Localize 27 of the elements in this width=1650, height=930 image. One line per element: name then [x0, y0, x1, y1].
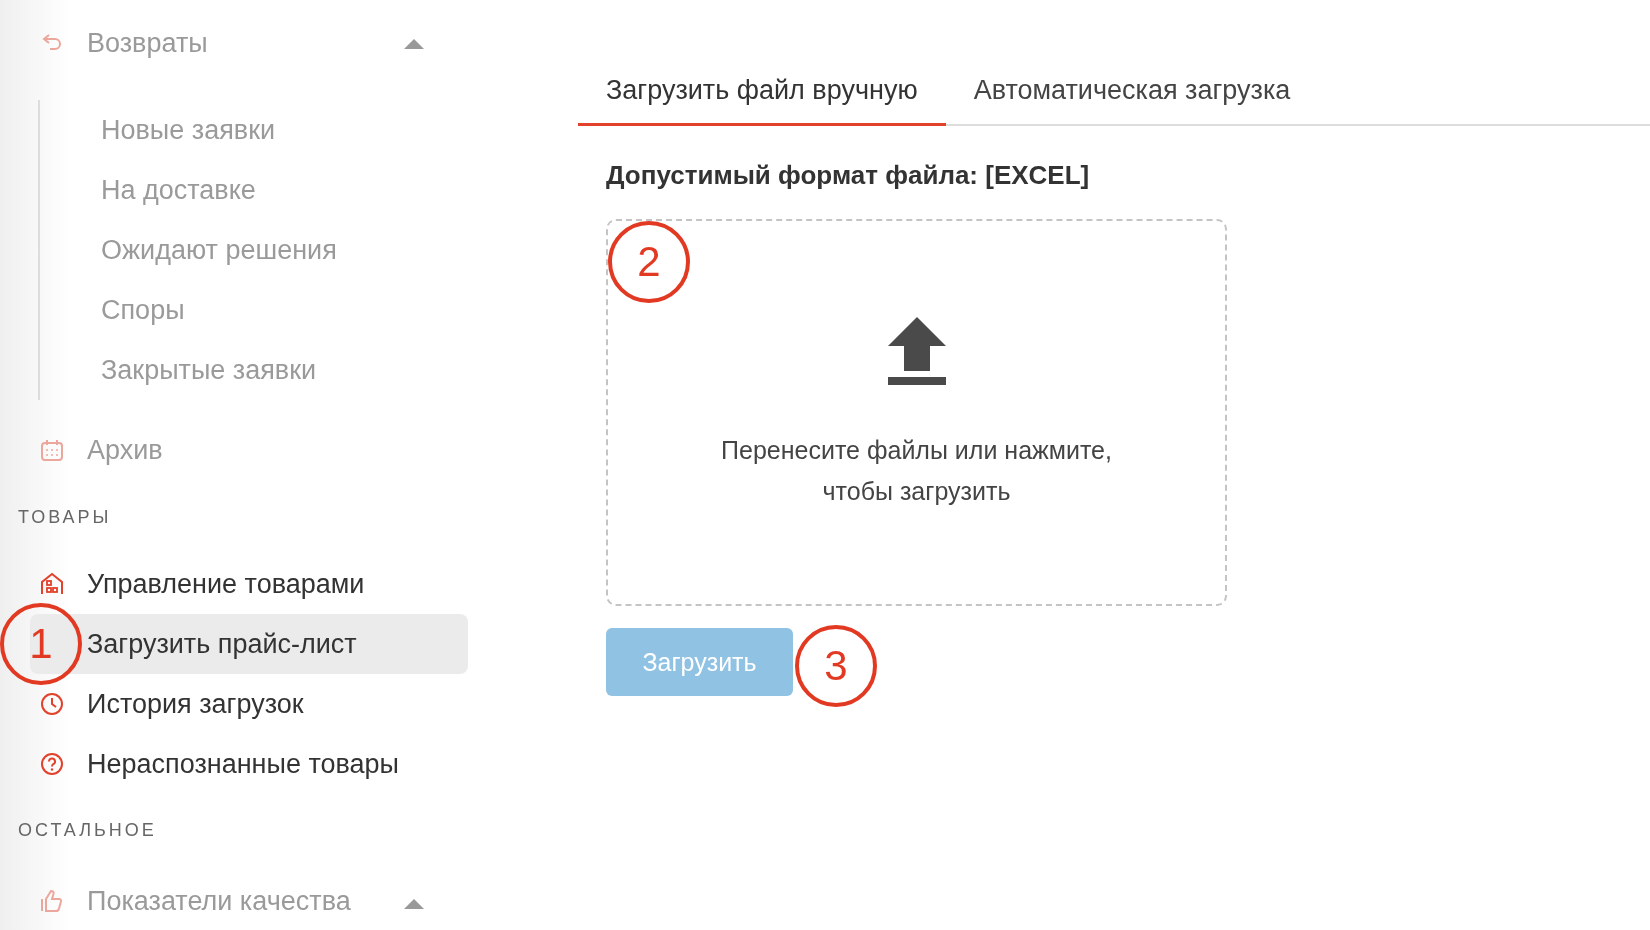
thumbs-up-icon: [40, 889, 64, 913]
caret-icon[interactable]: [404, 39, 424, 49]
submenu-item[interactable]: Ожидают решения: [40, 220, 480, 280]
sidebar-item[interactable]: Нераспознанные товары: [30, 734, 468, 794]
upload-icon: [887, 317, 946, 385]
file-drop-zone[interactable]: Перенесите файлы или нажмите, чтобы загрузить 2: [606, 219, 1227, 606]
callout-number: 2: [608, 221, 690, 303]
section-heading: ТОВАРЫ: [18, 505, 113, 529]
sidebar-item[interactable]: Показатели качества: [30, 873, 468, 929]
sidebar-item[interactable]: Возвраты: [30, 13, 468, 73]
format-note: Допустимый формат файла: [EXCEL]: [606, 159, 1091, 192]
sidebar-item[interactable]: Архив: [30, 420, 468, 480]
tab[interactable]: Загрузить файл вручную: [578, 60, 946, 126]
callout-number: 1: [0, 603, 82, 685]
submenu-item[interactable]: На доставке: [40, 160, 480, 220]
house-icon: [40, 572, 64, 596]
calendar-icon: [40, 438, 64, 462]
drop-hint: Перенесите файлы или нажмите, чтобы загрузить: [721, 435, 1112, 507]
question-icon: [40, 752, 64, 776]
submenu-item[interactable]: Закрытые заявки: [40, 340, 480, 400]
submenu-item[interactable]: Новые заявки: [40, 100, 480, 160]
clock-icon: [40, 692, 64, 716]
caret-icon[interactable]: [404, 899, 424, 909]
tab[interactable]: Автоматическая загрузка: [945, 60, 1319, 126]
callout-number: 3: [795, 625, 877, 707]
section-heading: ОСТАЛЬНОЕ: [18, 818, 158, 842]
submenu-item[interactable]: Споры: [40, 280, 480, 340]
